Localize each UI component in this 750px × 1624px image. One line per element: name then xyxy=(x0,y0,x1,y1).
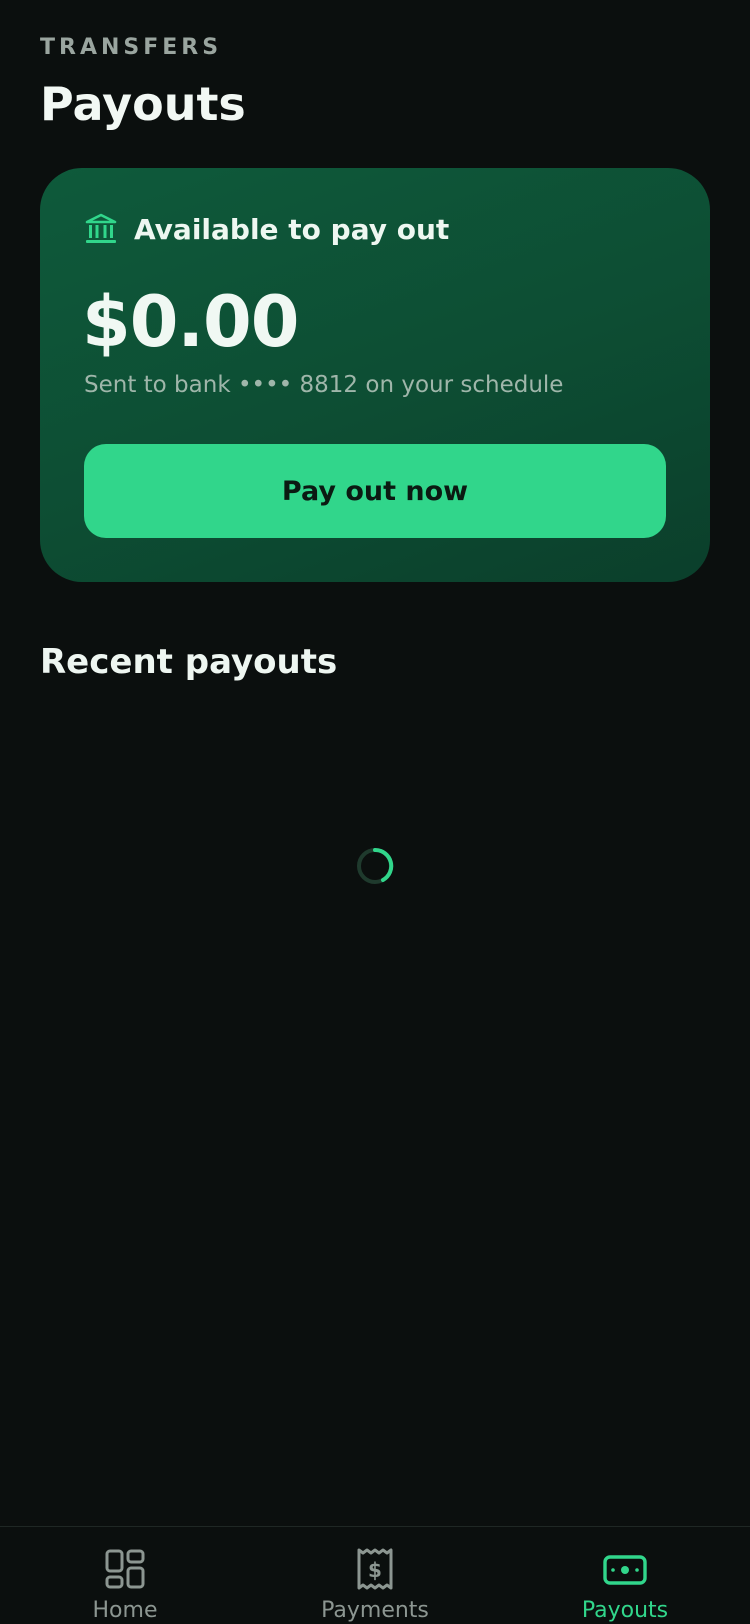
balance-card: Available to pay out $0.00 Sent to bank … xyxy=(40,168,710,582)
svg-text:$: $ xyxy=(368,1558,382,1582)
grid-icon xyxy=(105,1549,145,1589)
tab-home-label: Home xyxy=(92,1598,158,1623)
banknote-icon xyxy=(603,1555,647,1585)
payout-schedule-text: Sent to bank •••• 8812 on your schedule xyxy=(84,372,564,398)
receipt-dollar-icon: $ xyxy=(357,1548,393,1590)
pay-out-now-button[interactable]: Pay out now xyxy=(84,444,666,538)
bank-icon xyxy=(85,213,117,243)
section-eyebrow: TRANSFERS xyxy=(40,35,223,60)
payouts-screen: TRANSFERS Payouts Available to pay out $… xyxy=(0,0,750,1624)
tab-payouts[interactable]: Payouts xyxy=(500,1527,750,1624)
balance-card-label: Available to pay out xyxy=(134,212,450,246)
tab-payouts-label: Payouts xyxy=(581,1598,669,1623)
loading-spinner-icon xyxy=(357,847,394,884)
tab-home[interactable]: Home xyxy=(0,1527,250,1624)
page-title: Payouts xyxy=(40,77,246,131)
tab-payments-label: Payments xyxy=(321,1598,429,1623)
bottom-tab-bar: Home $ Payments Payouts xyxy=(0,1526,750,1624)
available-amount: $0.00 xyxy=(82,281,299,363)
balance-card-header: Available to pay out xyxy=(84,212,449,246)
page-header: TRANSFERS Payouts xyxy=(40,34,246,132)
tab-payments[interactable]: $ Payments xyxy=(250,1527,500,1624)
recent-payouts-title: Recent payouts xyxy=(40,642,338,682)
